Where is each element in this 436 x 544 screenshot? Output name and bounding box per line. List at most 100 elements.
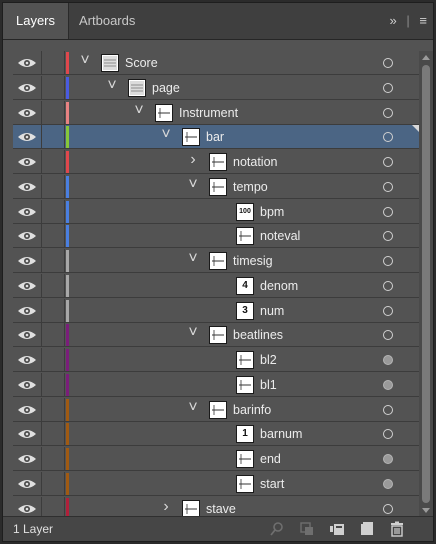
layer-row[interactable]: ˅ page <box>13 75 419 100</box>
trash-icon[interactable] <box>389 521 405 537</box>
visibility-eye-icon[interactable] <box>17 155 37 169</box>
target-circle-icon[interactable] <box>383 206 393 217</box>
visibility-eye-icon[interactable] <box>17 254 37 268</box>
layer-row[interactable]: start <box>13 471 419 496</box>
visibility-eye-icon[interactable] <box>17 81 37 95</box>
visibility-eye-icon[interactable] <box>17 229 37 243</box>
target-circle-icon[interactable] <box>383 355 393 365</box>
target-circle-icon[interactable] <box>383 107 393 118</box>
chevron-down-icon[interactable]: ˅ <box>106 77 118 93</box>
layer-row[interactable]: noteval <box>13 224 419 249</box>
new-sublayer-icon[interactable] <box>329 521 345 537</box>
chevron-down-icon[interactable]: ˅ <box>79 53 91 69</box>
visibility-eye-icon[interactable] <box>17 56 37 70</box>
chevron-right-icon[interactable]: › <box>160 498 172 514</box>
chevron-down-icon[interactable]: ˅ <box>133 102 145 118</box>
layer-row[interactable]: end <box>13 447 419 471</box>
lock-toggle[interactable] <box>42 348 64 372</box>
visibility-eye-icon[interactable] <box>17 279 37 293</box>
layer-row[interactable]: 100 bpm <box>13 199 419 224</box>
scroll-thumb[interactable] <box>422 65 430 503</box>
new-layer-icon[interactable] <box>359 521 375 537</box>
lock-toggle[interactable] <box>42 373 64 397</box>
lock-toggle[interactable] <box>42 472 64 496</box>
visibility-eye-icon[interactable] <box>17 452 37 466</box>
target-circle-icon[interactable] <box>383 305 393 316</box>
target-circle-icon[interactable] <box>383 157 393 167</box>
layer-row[interactable]: 4 denom <box>13 273 419 298</box>
layer-row[interactable]: bl2 <box>13 348 419 372</box>
visibility-eye-icon[interactable] <box>17 130 37 144</box>
vertical-scrollbar[interactable] <box>419 51 433 517</box>
chevron-down-icon[interactable]: ˅ <box>187 251 199 267</box>
expand-panel-button[interactable]: » <box>390 3 397 39</box>
chevron-down-icon[interactable]: ˅ <box>187 176 199 192</box>
target-circle-icon[interactable] <box>383 181 393 192</box>
visibility-eye-icon[interactable] <box>17 180 37 194</box>
lock-toggle[interactable] <box>42 422 64 446</box>
layer-row[interactable]: ˅ Score <box>13 51 419 75</box>
visibility-eye-icon[interactable] <box>17 427 37 441</box>
visibility-eye-icon[interactable] <box>17 403 37 417</box>
layer-row[interactable]: bl1 <box>13 372 419 397</box>
layer-row[interactable]: ˅ tempo <box>13 174 419 199</box>
chevron-down-icon[interactable]: ˅ <box>187 325 199 341</box>
locate-object-icon[interactable] <box>269 521 285 537</box>
layer-row[interactable]: ˅ Instrument <box>13 100 419 125</box>
layer-row[interactable]: ˅ beatlines <box>13 323 419 348</box>
layer-row[interactable]: 3 num <box>13 298 419 323</box>
visibility-eye-icon[interactable] <box>17 502 37 516</box>
visibility-eye-icon[interactable] <box>17 328 37 342</box>
visibility-eye-icon[interactable] <box>17 205 37 219</box>
lock-toggle[interactable] <box>42 323 64 347</box>
visibility-eye-icon[interactable] <box>17 304 37 318</box>
chevron-down-icon[interactable]: ˅ <box>160 127 172 143</box>
lock-toggle[interactable] <box>42 274 64 298</box>
lock-toggle[interactable] <box>42 447 64 471</box>
target-circle-icon[interactable] <box>383 429 393 440</box>
scroll-up-icon[interactable] <box>422 55 430 60</box>
lock-toggle[interactable] <box>42 200 64 224</box>
target-circle-icon[interactable] <box>383 503 393 514</box>
chevron-right-icon[interactable]: › <box>187 152 199 168</box>
tab-artboards[interactable]: Artboards <box>69 3 145 39</box>
lock-toggle[interactable] <box>42 175 64 199</box>
tab-layers[interactable]: Layers <box>3 3 69 39</box>
target-circle-icon[interactable] <box>383 256 393 266</box>
chevron-down-icon[interactable]: ˅ <box>187 399 199 415</box>
target-circle-icon[interactable] <box>383 132 393 143</box>
lock-toggle[interactable] <box>42 224 64 248</box>
scroll-down-icon[interactable] <box>422 508 430 513</box>
lock-toggle[interactable] <box>42 101 64 125</box>
panel-menu-button[interactable]: ≡ <box>419 3 427 39</box>
visibility-eye-icon[interactable] <box>17 378 37 392</box>
lock-toggle[interactable] <box>42 249 64 273</box>
layer-row[interactable]: › notation <box>13 150 419 174</box>
visibility-eye-icon[interactable] <box>17 477 37 491</box>
target-circle-icon[interactable] <box>383 58 393 68</box>
layer-thumbnail: 100 <box>236 202 254 221</box>
layer-row[interactable]: 1 barnum <box>13 422 419 447</box>
target-circle-icon[interactable] <box>383 330 393 341</box>
lock-toggle[interactable] <box>42 398 64 422</box>
lock-toggle[interactable] <box>42 299 64 323</box>
layer-row[interactable]: ˅ barinfo <box>13 397 419 422</box>
column-divider <box>64 174 65 199</box>
layer-thumbnail <box>236 351 254 369</box>
layer-row[interactable]: ˅ bar <box>13 125 419 150</box>
clipping-mask-icon[interactable] <box>299 521 315 537</box>
lock-toggle[interactable] <box>42 51 64 75</box>
visibility-eye-icon[interactable] <box>17 353 37 367</box>
target-circle-icon[interactable] <box>383 231 393 242</box>
visibility-eye-icon[interactable] <box>17 106 37 120</box>
target-circle-icon[interactable] <box>383 82 393 93</box>
lock-toggle[interactable] <box>42 150 64 174</box>
target-circle-icon[interactable] <box>383 280 393 291</box>
layer-row[interactable]: ˅ timesig <box>13 249 419 273</box>
target-circle-icon[interactable] <box>383 379 393 390</box>
target-circle-icon[interactable] <box>383 404 393 415</box>
target-circle-icon[interactable] <box>383 478 393 489</box>
lock-toggle[interactable] <box>42 76 64 100</box>
lock-toggle[interactable] <box>42 125 64 149</box>
target-circle-icon[interactable] <box>383 454 393 464</box>
